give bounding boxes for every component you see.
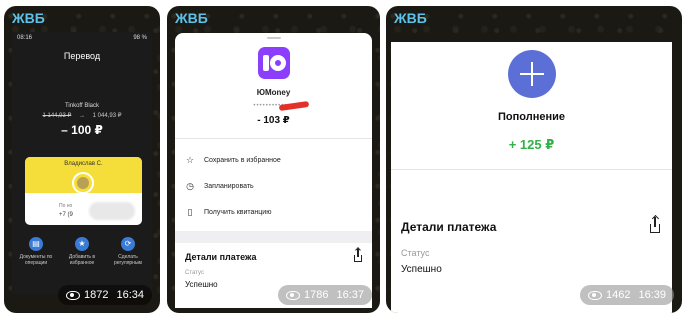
views-eye-icon — [65, 290, 80, 300]
menu-item-label: Получить квитанцию — [204, 208, 272, 216]
message-bubble-1[interactable]: ЖВБ 08:16 98 % Перевод Tinkoff Black 1 1… — [4, 6, 160, 313]
menu-item-receipt: ▯ Получить квитанцию — [185, 199, 372, 225]
action-label: Сделать регулярным — [114, 254, 142, 266]
details-header: Детали платежа — [175, 243, 372, 262]
sheet-handle — [266, 37, 281, 39]
transfer-amount: – 100 ₽ — [61, 123, 103, 137]
menu-item-schedule: ◷ Запланировать — [185, 173, 372, 199]
yoomoney-logo-icon — [257, 47, 290, 79]
screenshot-transfer[interactable]: 08:16 98 % Перевод Tinkoff Black 1 144,9… — [12, 32, 152, 294]
views-eye-icon — [587, 290, 602, 300]
action-label: Добавить в избранное — [68, 254, 96, 266]
status-time: 08:16 — [17, 35, 33, 41]
status-bar: 08:16 98 % — [12, 32, 152, 41]
phone-label: По но — [59, 203, 73, 209]
views-eye-icon — [285, 290, 300, 300]
message-meta: 1872 16:34 — [57, 285, 152, 305]
service-name: ЮMoney — [256, 88, 291, 97]
topup-amount: + 125 ₽ — [508, 137, 555, 152]
screenshot-topup[interactable]: Пополнение + 125 ₽ Детали платежа Статус… — [391, 42, 672, 313]
message-meta: 1786 16:37 — [277, 285, 372, 305]
status-value: Успешно — [401, 264, 442, 275]
menu-item-label: Сохранить в избранное — [204, 156, 281, 164]
repeat-icon: ⟳ — [121, 237, 135, 251]
views-count: 1786 — [303, 289, 329, 301]
arrow-icon: → — [79, 113, 85, 119]
details-title: Детали платежа — [401, 220, 497, 234]
payment-amount: - 103 ₽ — [257, 115, 290, 126]
details-header: Детали платежа — [391, 217, 672, 234]
share-icon — [354, 249, 362, 262]
section-gap — [175, 231, 372, 243]
balance-change: 1 144,93 ₽ → 1 044,93 ₽ — [12, 112, 152, 119]
action-label: Документы по операции — [19, 254, 53, 266]
action-regular: ⟳ Сделать регулярным — [108, 237, 148, 266]
views-count: 1462 — [605, 289, 631, 301]
star-icon: ☆ — [185, 154, 195, 165]
menu-item-label: Запланировать — [204, 182, 254, 190]
message-bubble-2[interactable]: ЖВБ ЮMoney ••••••••••••• - 103 ₽ ☆ Сохра… — [167, 6, 380, 313]
star-icon: ★ — [75, 237, 89, 251]
phone-number: +7 (9 — [59, 212, 73, 218]
sender-name[interactable]: ЖВБ — [394, 10, 427, 26]
account-name: Tinkoff Black — [64, 103, 99, 109]
document-icon: ▤ — [29, 237, 43, 251]
screen-title: Перевод — [63, 51, 101, 61]
share-icon — [650, 217, 660, 233]
message-time: 16:37 — [336, 289, 364, 301]
sender-name[interactable]: ЖВБ — [12, 10, 45, 26]
actions-menu: ☆ Сохранить в избранное ◷ Запланировать … — [175, 139, 372, 225]
status-label: Статус — [185, 270, 204, 276]
section-gap — [391, 170, 672, 220]
views-count: 1872 — [83, 289, 109, 301]
action-documents: ▤ Документы по операции — [16, 237, 56, 266]
screenshot-payment[interactable]: ЮMoney ••••••••••••• - 103 ₽ ☆ Сохранить… — [175, 33, 372, 308]
message-meta: 1462 16:39 — [579, 285, 674, 305]
balance-after: 1 044,93 ₽ — [92, 113, 122, 119]
recipient-card: Владислав С. По но +7 (9 — [25, 157, 142, 225]
balance-before: 1 144,93 ₽ — [42, 113, 72, 119]
status-battery: 98 % — [133, 35, 147, 41]
message-time: 16:34 — [116, 289, 144, 301]
action-row: ▤ Документы по операции ★ Добавить в изб… — [16, 237, 148, 266]
clock-icon: ◷ — [186, 180, 194, 191]
message-bubble-3[interactable]: ЖВБ Пополнение + 125 ₽ Детали платежа Ст… — [386, 6, 682, 313]
message-time: 16:39 — [638, 289, 666, 301]
operation-name: Пополнение — [498, 111, 565, 123]
menu-item-save-favorite: ☆ Сохранить в избранное — [185, 147, 372, 173]
masked-account: ••••••••••••• — [175, 100, 372, 112]
plus-icon — [507, 50, 556, 98]
receipt-icon: ▯ — [187, 206, 193, 217]
bank-logo-icon — [72, 172, 94, 194]
details-title: Детали платежа — [185, 252, 257, 262]
sender-name[interactable]: ЖВБ — [175, 10, 208, 26]
redaction-blur — [89, 202, 135, 220]
action-favorite: ★ Добавить в избранное — [62, 237, 102, 266]
status-label: Статус — [401, 248, 430, 258]
